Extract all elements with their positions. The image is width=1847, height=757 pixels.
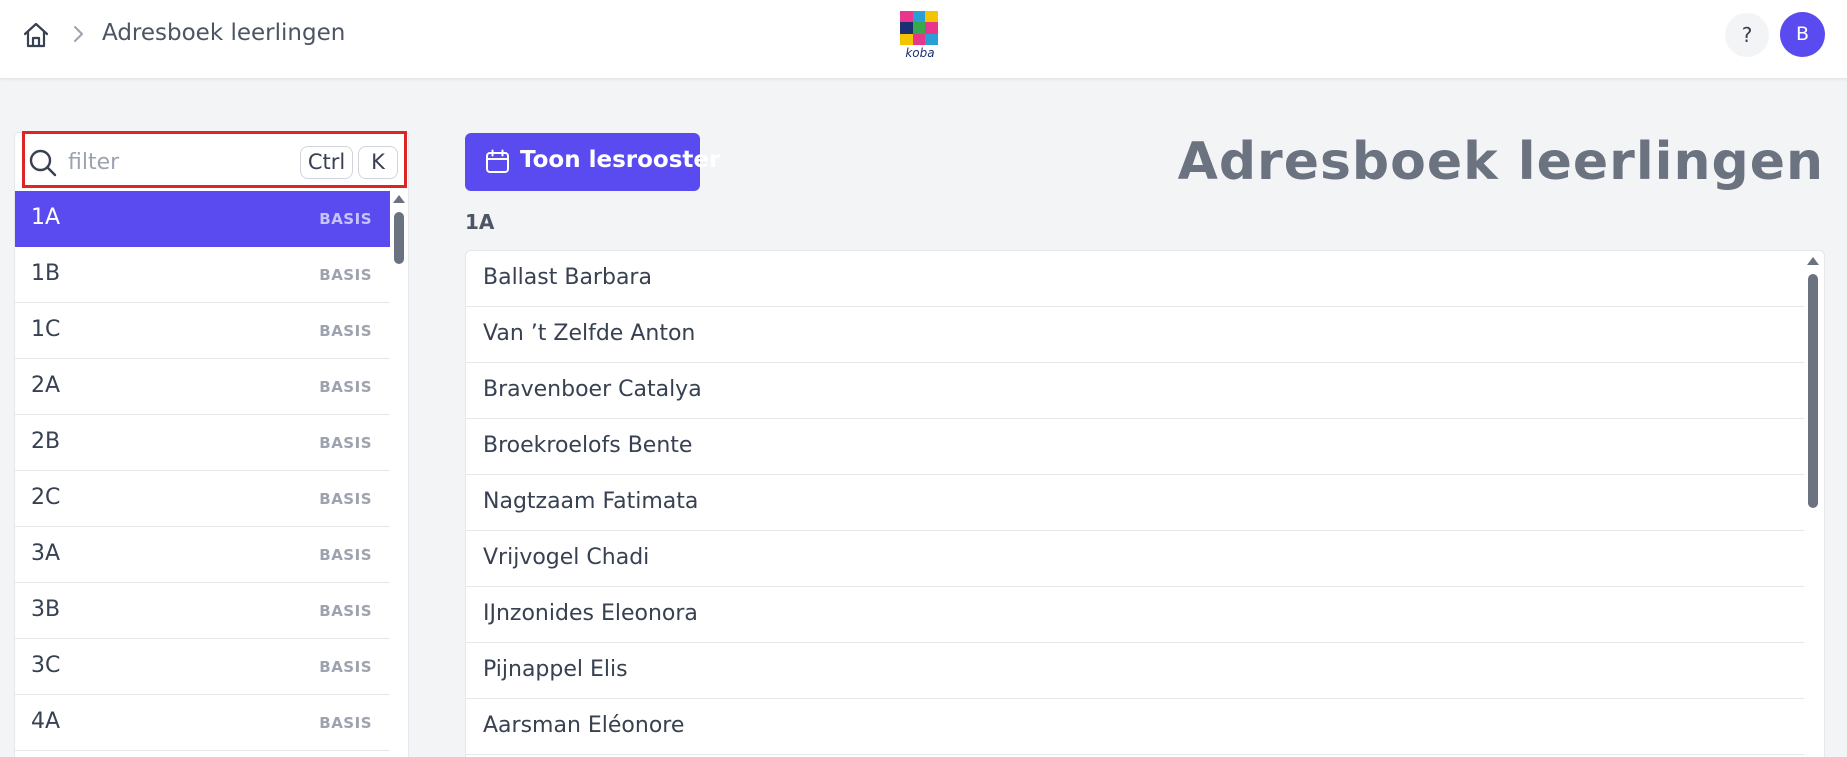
- student-list: Ballast Barbara Van ’t Zelfde Anton Brav…: [465, 250, 1825, 757]
- student-row[interactable]: Ballast Barbara: [466, 251, 1804, 307]
- koba-logo: koba: [897, 8, 943, 60]
- student-list-scroll-up-arrow[interactable]: [1807, 257, 1819, 265]
- class-item-tag: BASIS: [319, 378, 372, 396]
- student-name: Aarsman Eléonore: [483, 713, 685, 738]
- class-item-3a[interactable]: 3A BASIS: [15, 527, 390, 583]
- shortcut-key-k: K: [358, 146, 398, 179]
- class-item-4a[interactable]: 4A BASIS: [15, 695, 390, 751]
- class-item-tag: BASIS: [319, 322, 372, 340]
- student-list-scrollbar-thumb[interactable]: [1808, 274, 1818, 508]
- class-item-name: 2B: [31, 429, 61, 454]
- student-row[interactable]: Nagtzaam Fatimata: [466, 475, 1804, 531]
- class-item-2a[interactable]: 2A BASIS: [15, 359, 390, 415]
- class-item-name: 1A: [31, 205, 61, 230]
- class-item-2b[interactable]: 2B BASIS: [15, 415, 390, 471]
- class-item-1c[interactable]: 1C BASIS: [15, 303, 390, 359]
- class-item-tag: BASIS: [319, 490, 372, 508]
- filter-input[interactable]: [68, 145, 288, 179]
- class-item-name: 1B: [31, 261, 61, 286]
- shortcut-key-ctrl: Ctrl: [300, 146, 353, 179]
- student-name: Broekroelofs Bente: [483, 433, 693, 458]
- class-item-name: 2A: [31, 373, 61, 398]
- class-item-2c[interactable]: 2C BASIS: [15, 471, 390, 527]
- class-list-scroll-up-arrow[interactable]: [393, 195, 405, 203]
- student-name: Ballast Barbara: [483, 265, 652, 290]
- student-name: Bravenboer Catalya: [483, 377, 702, 402]
- student-row[interactable]: Van ’t Zelfde Anton: [466, 307, 1804, 363]
- class-item-tag: BASIS: [319, 210, 372, 228]
- class-item-tag: BASIS: [319, 266, 372, 284]
- search-icon: [28, 148, 58, 178]
- class-item-name: 1C: [31, 317, 61, 342]
- class-item-tag: BASIS: [319, 434, 372, 452]
- class-item-1a[interactable]: 1A BASIS: [15, 191, 390, 247]
- class-item-name: 4A: [31, 709, 61, 734]
- student-row[interactable]: Vrijvogel Chadi: [466, 531, 1804, 587]
- student-row[interactable]: Aarsman Eléonore: [466, 699, 1804, 755]
- class-item-name: 3C: [31, 653, 61, 678]
- class-item-3b[interactable]: 3B BASIS: [15, 583, 390, 639]
- student-name: IJnzonides Eleonora: [483, 601, 698, 626]
- class-item-tag: BASIS: [319, 714, 372, 732]
- student-name: Van ’t Zelfde Anton: [483, 321, 696, 346]
- class-item-name: 3B: [31, 597, 61, 622]
- chevron-right-icon: [71, 24, 85, 44]
- student-row[interactable]: IJnzonides Eleonora: [466, 587, 1804, 643]
- show-schedule-button[interactable]: Toon lesrooster: [465, 133, 720, 191]
- student-name: Nagtzaam Fatimata: [483, 489, 699, 514]
- class-list: 1A BASIS 1B BASIS 1C BASIS 2A BASIS 2B B…: [15, 191, 390, 751]
- show-schedule-label: Toon lesrooster: [520, 147, 721, 173]
- student-name: Pijnappel Elis: [483, 657, 628, 682]
- user-avatar[interactable]: B: [1780, 12, 1825, 57]
- help-button[interactable]: ?: [1725, 13, 1769, 57]
- student-row[interactable]: Broekroelofs Bente: [466, 419, 1804, 475]
- page-title: Adresboek leerlingen: [1177, 132, 1824, 192]
- svg-text:koba: koba: [905, 46, 934, 60]
- calendar-icon: [485, 149, 510, 175]
- class-item-name: 2C: [31, 485, 61, 510]
- student-row[interactable]: Bravenboer Catalya: [466, 363, 1804, 419]
- selected-class-heading: 1A: [465, 210, 495, 234]
- breadcrumb-current: Adresboek leerlingen: [102, 20, 346, 46]
- class-item-tag: BASIS: [319, 658, 372, 676]
- home-icon[interactable]: [22, 22, 50, 48]
- class-item-1b[interactable]: 1B BASIS: [15, 247, 390, 303]
- class-item-tag: BASIS: [319, 546, 372, 564]
- student-name: Vrijvogel Chadi: [483, 545, 650, 570]
- class-list-scrollbar-thumb[interactable]: [394, 212, 404, 264]
- student-row[interactable]: Pijnappel Elis: [466, 643, 1804, 699]
- class-item-3c[interactable]: 3C BASIS: [15, 639, 390, 695]
- class-item-tag: BASIS: [319, 602, 372, 620]
- class-item-name: 3A: [31, 541, 61, 566]
